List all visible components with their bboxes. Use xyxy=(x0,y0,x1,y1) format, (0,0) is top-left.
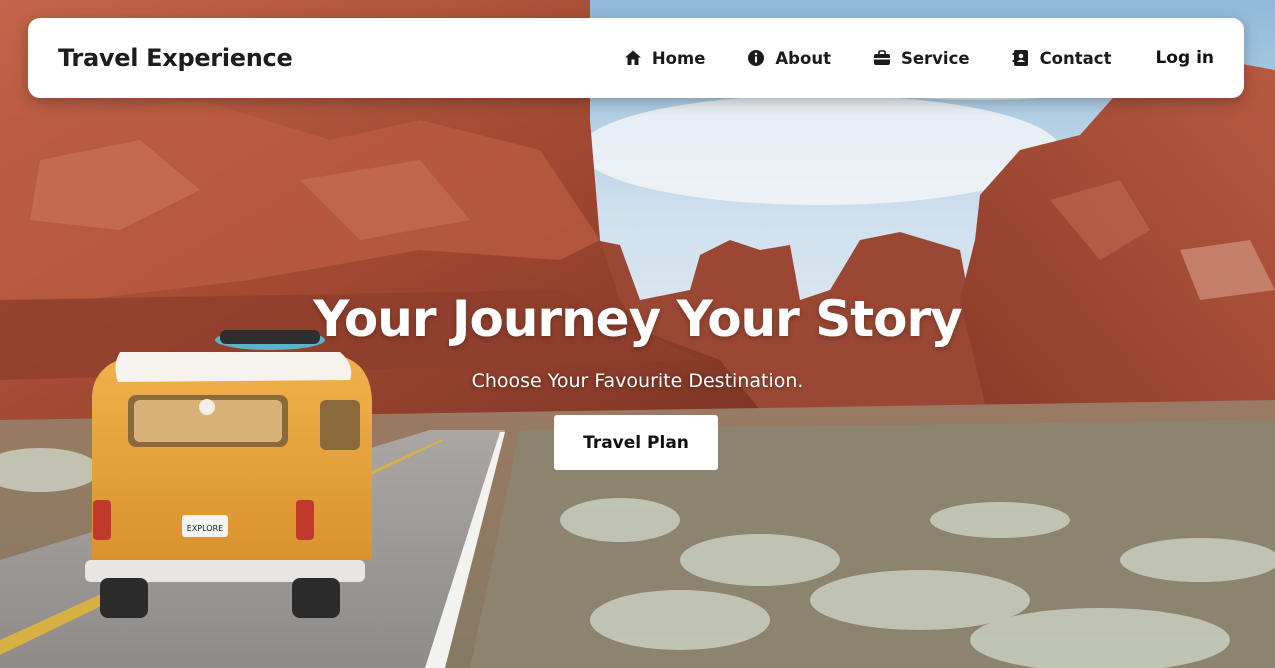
nav-item-home[interactable]: Home xyxy=(624,48,706,68)
nav-item-label: About xyxy=(775,48,831,68)
login-link[interactable]: Log in xyxy=(1155,48,1214,68)
home-icon xyxy=(624,49,642,67)
nav-item-contact[interactable]: Contact xyxy=(1012,48,1112,68)
navbar: Travel Experience Home About Service Con… xyxy=(28,18,1244,98)
nav-item-about[interactable]: About xyxy=(747,49,831,68)
nav-item-label: Home xyxy=(651,48,706,68)
nav-links: Home About Service Contact Log in xyxy=(624,48,1214,68)
briefcase-icon xyxy=(873,49,891,67)
hero-section: EXPLORE Travel Experience Home About Ser… xyxy=(0,0,1275,668)
hero-title: Your Journey Your Story xyxy=(313,290,962,348)
brand-title[interactable]: Travel Experience xyxy=(58,44,293,72)
nav-item-label: Contact xyxy=(1039,48,1112,68)
nav-item-service[interactable]: Service xyxy=(873,49,970,68)
info-icon xyxy=(747,49,765,67)
hero-subtitle: Choose Your Favourite Destination. xyxy=(471,370,804,392)
van-plate: EXPLORE xyxy=(187,524,223,533)
contact-book-icon xyxy=(1012,49,1030,67)
nav-item-label: Service xyxy=(900,48,970,68)
travel-plan-button[interactable]: Travel Plan xyxy=(554,415,718,470)
